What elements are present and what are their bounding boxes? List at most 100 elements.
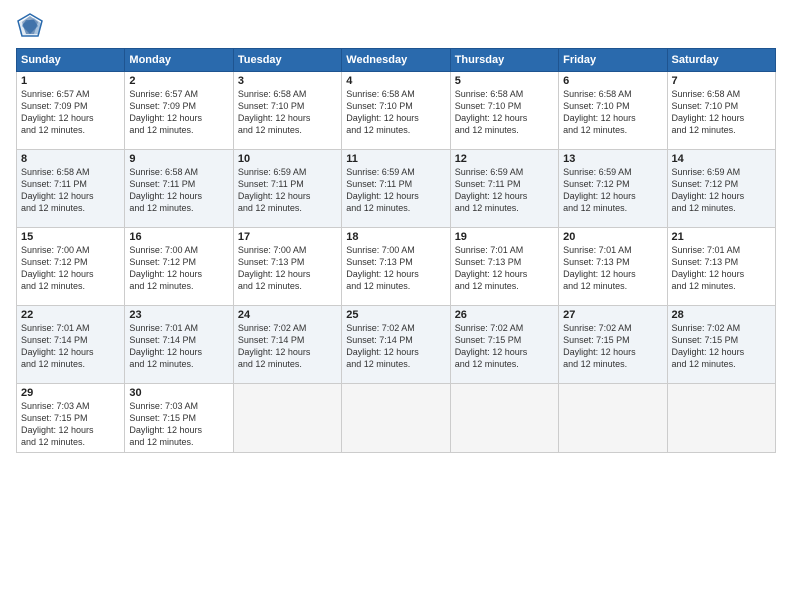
sunset-label: Sunset: 7:12 PM (21, 257, 88, 267)
sunset-label: Sunset: 7:11 PM (129, 179, 195, 189)
day-info: Sunrise: 6:58 AM Sunset: 7:10 PM Dayligh… (238, 88, 337, 137)
header-wednesday: Wednesday (342, 49, 450, 72)
sunrise-label: Sunrise: 6:57 AM (21, 89, 90, 99)
daylight-minutes: and 12 minutes. (455, 359, 519, 369)
day-number: 30 (129, 387, 228, 399)
sunset-label: Sunset: 7:14 PM (346, 335, 413, 345)
daylight-label: Daylight: 12 hours (672, 269, 745, 279)
day-number: 22 (21, 309, 120, 321)
day-info: Sunrise: 6:59 AM Sunset: 7:12 PM Dayligh… (672, 166, 771, 215)
daylight-minutes: and 12 minutes. (563, 281, 627, 291)
daylight-minutes: and 12 minutes. (346, 359, 410, 369)
daylight-label: Daylight: 12 hours (238, 191, 311, 201)
sunset-label: Sunset: 7:14 PM (21, 335, 88, 345)
sunrise-label: Sunrise: 7:00 AM (238, 245, 307, 255)
day-number: 18 (346, 231, 445, 243)
daylight-label: Daylight: 12 hours (21, 113, 94, 123)
calendar-cell: 12 Sunrise: 6:59 AM Sunset: 7:11 PM Dayl… (450, 150, 558, 228)
sunrise-label: Sunrise: 6:59 AM (238, 167, 307, 177)
daylight-minutes: and 12 minutes. (563, 203, 627, 213)
calendar-cell: 2 Sunrise: 6:57 AM Sunset: 7:09 PM Dayli… (125, 72, 233, 150)
day-number: 17 (238, 231, 337, 243)
header-saturday: Saturday (667, 49, 775, 72)
day-info: Sunrise: 7:02 AM Sunset: 7:14 PM Dayligh… (346, 322, 445, 371)
daylight-minutes: and 12 minutes. (129, 359, 193, 369)
logo-icon (16, 12, 44, 40)
daylight-label: Daylight: 12 hours (129, 425, 202, 435)
daylight-minutes: and 12 minutes. (346, 281, 410, 291)
daylight-label: Daylight: 12 hours (672, 113, 745, 123)
day-info: Sunrise: 6:57 AM Sunset: 7:09 PM Dayligh… (21, 88, 120, 137)
sunset-label: Sunset: 7:15 PM (129, 413, 196, 423)
sunrise-label: Sunrise: 6:59 AM (455, 167, 524, 177)
calendar-cell: 28 Sunrise: 7:02 AM Sunset: 7:15 PM Dayl… (667, 306, 775, 384)
sunrise-label: Sunrise: 7:02 AM (346, 323, 415, 333)
daylight-label: Daylight: 12 hours (238, 113, 311, 123)
daylight-label: Daylight: 12 hours (21, 347, 94, 357)
day-number: 12 (455, 153, 554, 165)
sunrise-label: Sunrise: 7:00 AM (21, 245, 90, 255)
sunset-label: Sunset: 7:14 PM (238, 335, 305, 345)
sunrise-label: Sunrise: 7:02 AM (563, 323, 632, 333)
day-number: 24 (238, 309, 337, 321)
sunrise-label: Sunrise: 6:59 AM (346, 167, 415, 177)
daylight-label: Daylight: 12 hours (346, 269, 419, 279)
sunrise-label: Sunrise: 6:58 AM (21, 167, 90, 177)
day-number: 28 (672, 309, 771, 321)
daylight-minutes: and 12 minutes. (672, 359, 736, 369)
calendar-cell: 24 Sunrise: 7:02 AM Sunset: 7:14 PM Dayl… (233, 306, 341, 384)
sunrise-label: Sunrise: 6:57 AM (129, 89, 198, 99)
day-info: Sunrise: 7:03 AM Sunset: 7:15 PM Dayligh… (129, 400, 228, 449)
calendar-cell: 17 Sunrise: 7:00 AM Sunset: 7:13 PM Dayl… (233, 228, 341, 306)
sunset-label: Sunset: 7:15 PM (672, 335, 739, 345)
daylight-label: Daylight: 12 hours (455, 347, 528, 357)
day-info: Sunrise: 7:02 AM Sunset: 7:15 PM Dayligh… (455, 322, 554, 371)
daylight-minutes: and 12 minutes. (21, 203, 85, 213)
calendar-cell: 1 Sunrise: 6:57 AM Sunset: 7:09 PM Dayli… (17, 72, 125, 150)
sunset-label: Sunset: 7:15 PM (455, 335, 522, 345)
day-info: Sunrise: 6:58 AM Sunset: 7:10 PM Dayligh… (672, 88, 771, 137)
daylight-minutes: and 12 minutes. (129, 437, 193, 447)
sunset-label: Sunset: 7:13 PM (455, 257, 522, 267)
calendar-cell: 22 Sunrise: 7:01 AM Sunset: 7:14 PM Dayl… (17, 306, 125, 384)
daylight-minutes: and 12 minutes. (563, 359, 627, 369)
day-number: 6 (563, 75, 662, 87)
daylight-label: Daylight: 12 hours (129, 191, 202, 201)
daylight-minutes: and 12 minutes. (238, 281, 302, 291)
calendar-cell: 23 Sunrise: 7:01 AM Sunset: 7:14 PM Dayl… (125, 306, 233, 384)
calendar-cell (559, 384, 667, 453)
day-info: Sunrise: 7:02 AM Sunset: 7:14 PM Dayligh… (238, 322, 337, 371)
day-info: Sunrise: 7:02 AM Sunset: 7:15 PM Dayligh… (563, 322, 662, 371)
calendar-cell: 21 Sunrise: 7:01 AM Sunset: 7:13 PM Dayl… (667, 228, 775, 306)
calendar-table: Sunday Monday Tuesday Wednesday Thursday… (16, 48, 776, 453)
sunrise-label: Sunrise: 7:03 AM (21, 401, 90, 411)
day-info: Sunrise: 7:00 AM Sunset: 7:13 PM Dayligh… (238, 244, 337, 293)
calendar-cell: 30 Sunrise: 7:03 AM Sunset: 7:15 PM Dayl… (125, 384, 233, 453)
sunset-label: Sunset: 7:10 PM (346, 101, 413, 111)
day-info: Sunrise: 6:58 AM Sunset: 7:10 PM Dayligh… (346, 88, 445, 137)
daylight-label: Daylight: 12 hours (563, 191, 636, 201)
day-info: Sunrise: 7:03 AM Sunset: 7:15 PM Dayligh… (21, 400, 120, 449)
day-info: Sunrise: 7:00 AM Sunset: 7:12 PM Dayligh… (129, 244, 228, 293)
sunrise-label: Sunrise: 7:03 AM (129, 401, 198, 411)
day-info: Sunrise: 7:01 AM Sunset: 7:14 PM Dayligh… (129, 322, 228, 371)
calendar-cell: 8 Sunrise: 6:58 AM Sunset: 7:11 PM Dayli… (17, 150, 125, 228)
day-info: Sunrise: 6:59 AM Sunset: 7:11 PM Dayligh… (238, 166, 337, 215)
daylight-label: Daylight: 12 hours (455, 191, 528, 201)
sunset-label: Sunset: 7:10 PM (238, 101, 305, 111)
daylight-label: Daylight: 12 hours (563, 269, 636, 279)
header-friday: Friday (559, 49, 667, 72)
daylight-label: Daylight: 12 hours (346, 347, 419, 357)
day-number: 4 (346, 75, 445, 87)
calendar-cell: 13 Sunrise: 6:59 AM Sunset: 7:12 PM Dayl… (559, 150, 667, 228)
day-info: Sunrise: 6:59 AM Sunset: 7:11 PM Dayligh… (346, 166, 445, 215)
sunset-label: Sunset: 7:12 PM (672, 179, 739, 189)
day-number: 20 (563, 231, 662, 243)
day-info: Sunrise: 6:59 AM Sunset: 7:11 PM Dayligh… (455, 166, 554, 215)
sunrise-label: Sunrise: 7:01 AM (563, 245, 632, 255)
day-number: 14 (672, 153, 771, 165)
calendar-cell: 20 Sunrise: 7:01 AM Sunset: 7:13 PM Dayl… (559, 228, 667, 306)
header (16, 12, 776, 40)
daylight-minutes: and 12 minutes. (129, 281, 193, 291)
header-monday: Monday (125, 49, 233, 72)
